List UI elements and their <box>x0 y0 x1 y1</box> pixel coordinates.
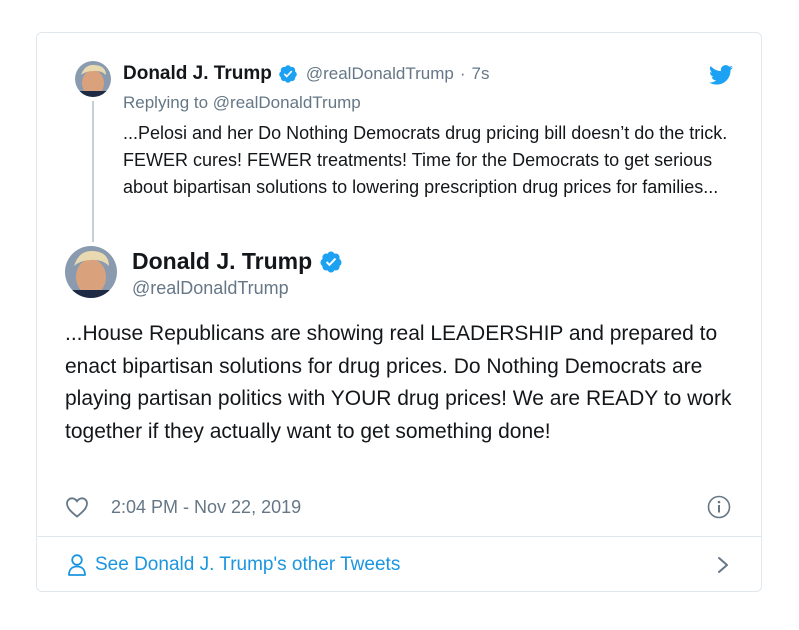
tweet-meta-row: 2:04 PM - Nov 22, 2019 <box>65 495 301 519</box>
see-other-tweets-link[interactable]: See Donald J. Trump's other Tweets <box>67 553 400 577</box>
tweet-timestamp[interactable]: 2:04 PM - Nov 22, 2019 <box>111 497 301 518</box>
heart-icon[interactable] <box>65 496 89 518</box>
main-author-name[interactable]: Donald J. Trump <box>132 248 312 275</box>
embedded-tweet-card: Donald J. Trump @realDonaldTrump · 7s Re… <box>36 32 762 592</box>
thread-connector <box>92 101 94 242</box>
main-tweet-text: ...House Republicans are showing real LE… <box>65 322 732 443</box>
replying-to-label: Replying to <box>123 93 209 112</box>
parent-tweet-header: Donald J. Trump @realDonaldTrump · 7s <box>123 63 489 85</box>
verified-badge-icon <box>319 250 343 274</box>
info-icon[interactable] <box>707 495 731 519</box>
footer-divider <box>37 536 761 537</box>
parent-author-name[interactable]: Donald J. Trump <box>123 63 272 85</box>
twitter-bird-icon[interactable] <box>709 65 733 85</box>
replying-to-line: Replying to @realDonaldTrump <box>123 93 361 113</box>
parent-avatar[interactable] <box>75 61 111 97</box>
main-avatar[interactable] <box>65 246 117 298</box>
person-icon <box>67 553 87 577</box>
replying-to-handle[interactable]: @realDonaldTrump <box>213 93 361 112</box>
parent-handle[interactable]: @realDonaldTrump <box>306 64 454 84</box>
main-author-row: Donald J. Trump <box>132 248 343 275</box>
chevron-right-icon[interactable] <box>713 553 733 577</box>
parent-time-ago[interactable]: 7s <box>472 64 490 84</box>
main-handle[interactable]: @realDonaldTrump <box>132 278 289 299</box>
separator-dot: · <box>459 64 466 83</box>
verified-badge-icon <box>278 64 298 84</box>
parent-tweet-text: ...Pelosi and her Do Nothing Democrats d… <box>123 123 728 197</box>
see-other-tweets-label[interactable]: See Donald J. Trump's other Tweets <box>95 554 400 576</box>
